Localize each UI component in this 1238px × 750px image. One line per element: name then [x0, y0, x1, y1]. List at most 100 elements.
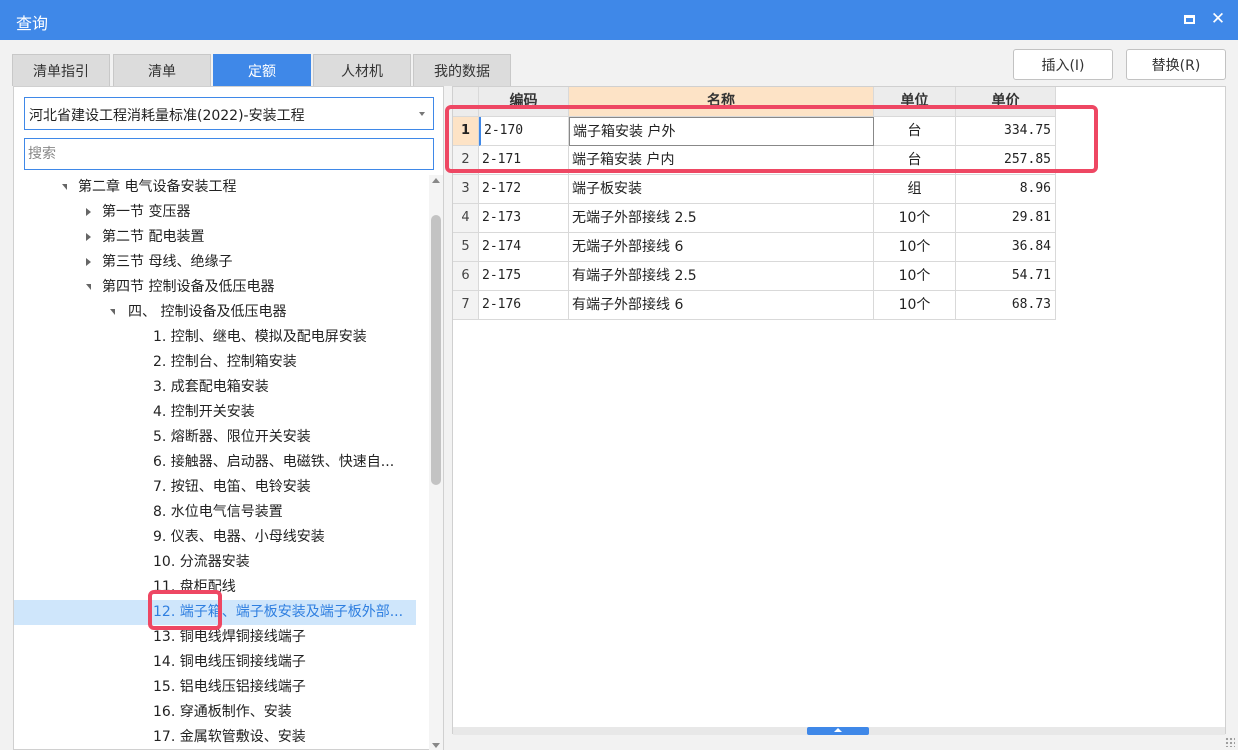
title-bar: 查询 ✕ — [0, 0, 1238, 40]
price-cell[interactable]: 36.84 — [956, 233, 1056, 262]
price-cell[interactable]: 8.96 — [956, 175, 1056, 204]
tree-item-section-2[interactable]: 第二节 配电装置 — [14, 225, 416, 250]
tree-item-label: 四、 控制设备及低压电器 — [128, 304, 287, 320]
scrollbar-thumb[interactable] — [431, 215, 441, 485]
unit-column-header[interactable]: 单位 — [874, 87, 956, 117]
name-cell[interactable]: 端子箱安装 户外 — [569, 117, 874, 146]
tree-item-label: 第二节 配电装置 — [102, 229, 205, 245]
scroll-grip[interactable] — [807, 727, 869, 735]
code-cell[interactable]: 2-171 — [479, 146, 569, 175]
tree-scrollbar[interactable] — [429, 175, 443, 750]
code-cell[interactable]: 2-173 — [479, 204, 569, 233]
expanded-arrow-icon[interactable] — [110, 309, 115, 315]
tree-item-selected[interactable]: 12. 端子箱、端子板安装及端子板外部... — [14, 600, 416, 625]
tree-item-leaf[interactable]: 3. 成套配电箱安装 — [14, 375, 416, 400]
tab-my-data[interactable]: 我的数据 — [413, 54, 511, 86]
tree-item-label: 13. 铜电线焊铜接线端子 — [153, 629, 306, 645]
table-horizontal-scrollbar[interactable] — [453, 727, 1225, 735]
tab-bill[interactable]: 清单 — [113, 54, 211, 86]
tree-item-chapter-2[interactable]: 第二章 电气设备安装工程 — [14, 175, 416, 200]
collapsed-arrow-icon[interactable] — [86, 258, 91, 266]
name-cell[interactable]: 无端子外部接线 6 — [569, 233, 874, 262]
price-cell[interactable]: 54.71 — [956, 262, 1056, 291]
unit-cell[interactable]: 10个 — [874, 291, 956, 320]
tree-item-label: 2. 控制台、控制箱安装 — [153, 354, 297, 370]
unit-cell[interactable]: 台 — [874, 146, 956, 175]
collapsed-arrow-icon[interactable] — [86, 233, 91, 241]
code-cell[interactable]: 2-170 — [479, 117, 569, 146]
name-cell[interactable]: 无端子外部接线 2.5 — [569, 204, 874, 233]
tree-item-leaf[interactable]: 1. 控制、继电、模拟及配电屏安装 — [14, 325, 416, 350]
tree-item-leaf[interactable]: 7. 按钮、电笛、电铃安装 — [14, 475, 416, 500]
row-number[interactable]: 6 — [453, 262, 479, 291]
tree-item-leaf[interactable]: 4. 控制开关安装 — [14, 400, 416, 425]
unit-cell[interactable]: 10个 — [874, 262, 956, 291]
price-cell[interactable]: 68.73 — [956, 291, 1056, 320]
tree-item-section-3[interactable]: 第三节 母线、绝缘子 — [14, 250, 416, 275]
scroll-up-icon[interactable] — [432, 178, 440, 183]
collapsed-arrow-icon[interactable] — [86, 208, 91, 216]
tree-item-label: 4. 控制开关安装 — [153, 404, 255, 420]
name-cell[interactable]: 端子板安装 — [569, 175, 874, 204]
resize-grip[interactable] — [1225, 737, 1235, 747]
maximize-button[interactable] — [1178, 8, 1200, 30]
row-number[interactable]: 3 — [453, 175, 479, 204]
unit-cell[interactable]: 10个 — [874, 233, 956, 262]
code-column-header[interactable]: 编码 — [479, 87, 569, 117]
row-number[interactable]: 5 — [453, 233, 479, 262]
name-cell[interactable]: 有端子外部接线 6 — [569, 291, 874, 320]
tree-item-leaf[interactable]: 11. 盘柜配线 — [14, 575, 416, 600]
tree-item-section-4[interactable]: 第四节 控制设备及低压电器 — [14, 275, 416, 300]
unit-cell[interactable]: 组 — [874, 175, 956, 204]
replace-button[interactable]: 替换(R) — [1126, 49, 1226, 80]
tab-quota[interactable]: 定额 — [213, 54, 311, 86]
code-cell[interactable]: 2-174 — [479, 233, 569, 262]
tree-item-subsection-4[interactable]: 四、 控制设备及低压电器 — [14, 300, 416, 325]
quota-table-panel: 编码 名称 单位 单价 1 2-170 端子箱安装 户外 台 334.75 2 … — [452, 86, 1226, 734]
tree-item-leaf[interactable]: 8. 水位电气信号装置 — [14, 500, 416, 525]
row-number[interactable]: 1 — [453, 117, 479, 146]
price-cell[interactable]: 257.85 — [956, 146, 1056, 175]
code-cell[interactable]: 2-172 — [479, 175, 569, 204]
row-number[interactable]: 7 — [453, 291, 479, 320]
row-number[interactable]: 4 — [453, 204, 479, 233]
code-cell[interactable]: 2-175 — [479, 262, 569, 291]
close-button[interactable]: ✕ — [1207, 8, 1229, 30]
maximize-icon — [1183, 14, 1195, 24]
standard-select[interactable]: 河北省建设工程消耗量标准(2022)-安装工程 — [24, 97, 434, 130]
unit-cell[interactable]: 台 — [874, 117, 956, 146]
code-cell[interactable]: 2-176 — [479, 291, 569, 320]
tree-item-leaf[interactable]: 5. 熔断器、限位开关安装 — [14, 425, 416, 450]
scroll-down-icon[interactable] — [432, 743, 440, 748]
name-cell[interactable]: 有端子外部接线 2.5 — [569, 262, 874, 291]
unit-cell[interactable]: 10个 — [874, 204, 956, 233]
tree-item-leaf[interactable]: 16. 穿通板制作、安装 — [14, 700, 416, 725]
tree-item-leaf[interactable]: 13. 铜电线焊铜接线端子 — [14, 625, 416, 650]
tree-item-label: 8. 水位电气信号装置 — [153, 504, 283, 520]
tree-item-label: 3. 成套配电箱安装 — [153, 379, 269, 395]
tree-item-leaf[interactable]: 2. 控制台、控制箱安装 — [14, 350, 416, 375]
price-column-header[interactable]: 单价 — [956, 87, 1056, 117]
tree-item-leaf[interactable]: 17. 金属软管敷设、安装 — [14, 725, 416, 750]
price-cell[interactable]: 29.81 — [956, 204, 1056, 233]
tree-item-section-1[interactable]: 第一节 变压器 — [14, 200, 416, 225]
tree-item-label: 第三节 母线、绝缘子 — [102, 254, 233, 270]
tree-item-label: 15. 铝电线压铝接线端子 — [153, 679, 306, 695]
row-number[interactable]: 2 — [453, 146, 479, 175]
tree-item-leaf[interactable]: 10. 分流器安装 — [14, 550, 416, 575]
tab-bill-guide[interactable]: 清单指引 — [12, 54, 110, 86]
tree-item-leaf[interactable]: 15. 铝电线压铝接线端子 — [14, 675, 416, 700]
expanded-arrow-icon[interactable] — [86, 284, 91, 290]
tree-item-leaf[interactable]: 6. 接触器、启动器、电磁铁、快速自... — [14, 450, 416, 475]
tree-item-label: 16. 穿通板制作、安装 — [153, 704, 292, 720]
name-column-header[interactable]: 名称 — [569, 87, 874, 117]
expanded-arrow-icon[interactable] — [62, 184, 67, 190]
tab-labor-material-machine[interactable]: 人材机 — [313, 54, 411, 86]
tree-item-leaf[interactable]: 14. 铜电线压铜接线端子 — [14, 650, 416, 675]
price-cell[interactable]: 334.75 — [956, 117, 1056, 146]
insert-button[interactable]: 插入(I) — [1013, 49, 1113, 80]
tree-item-label: 1. 控制、继电、模拟及配电屏安装 — [153, 329, 367, 345]
search-input[interactable] — [24, 138, 434, 170]
tree-item-leaf[interactable]: 9. 仪表、电器、小母线安装 — [14, 525, 416, 550]
name-cell[interactable]: 端子箱安装 户内 — [569, 146, 874, 175]
